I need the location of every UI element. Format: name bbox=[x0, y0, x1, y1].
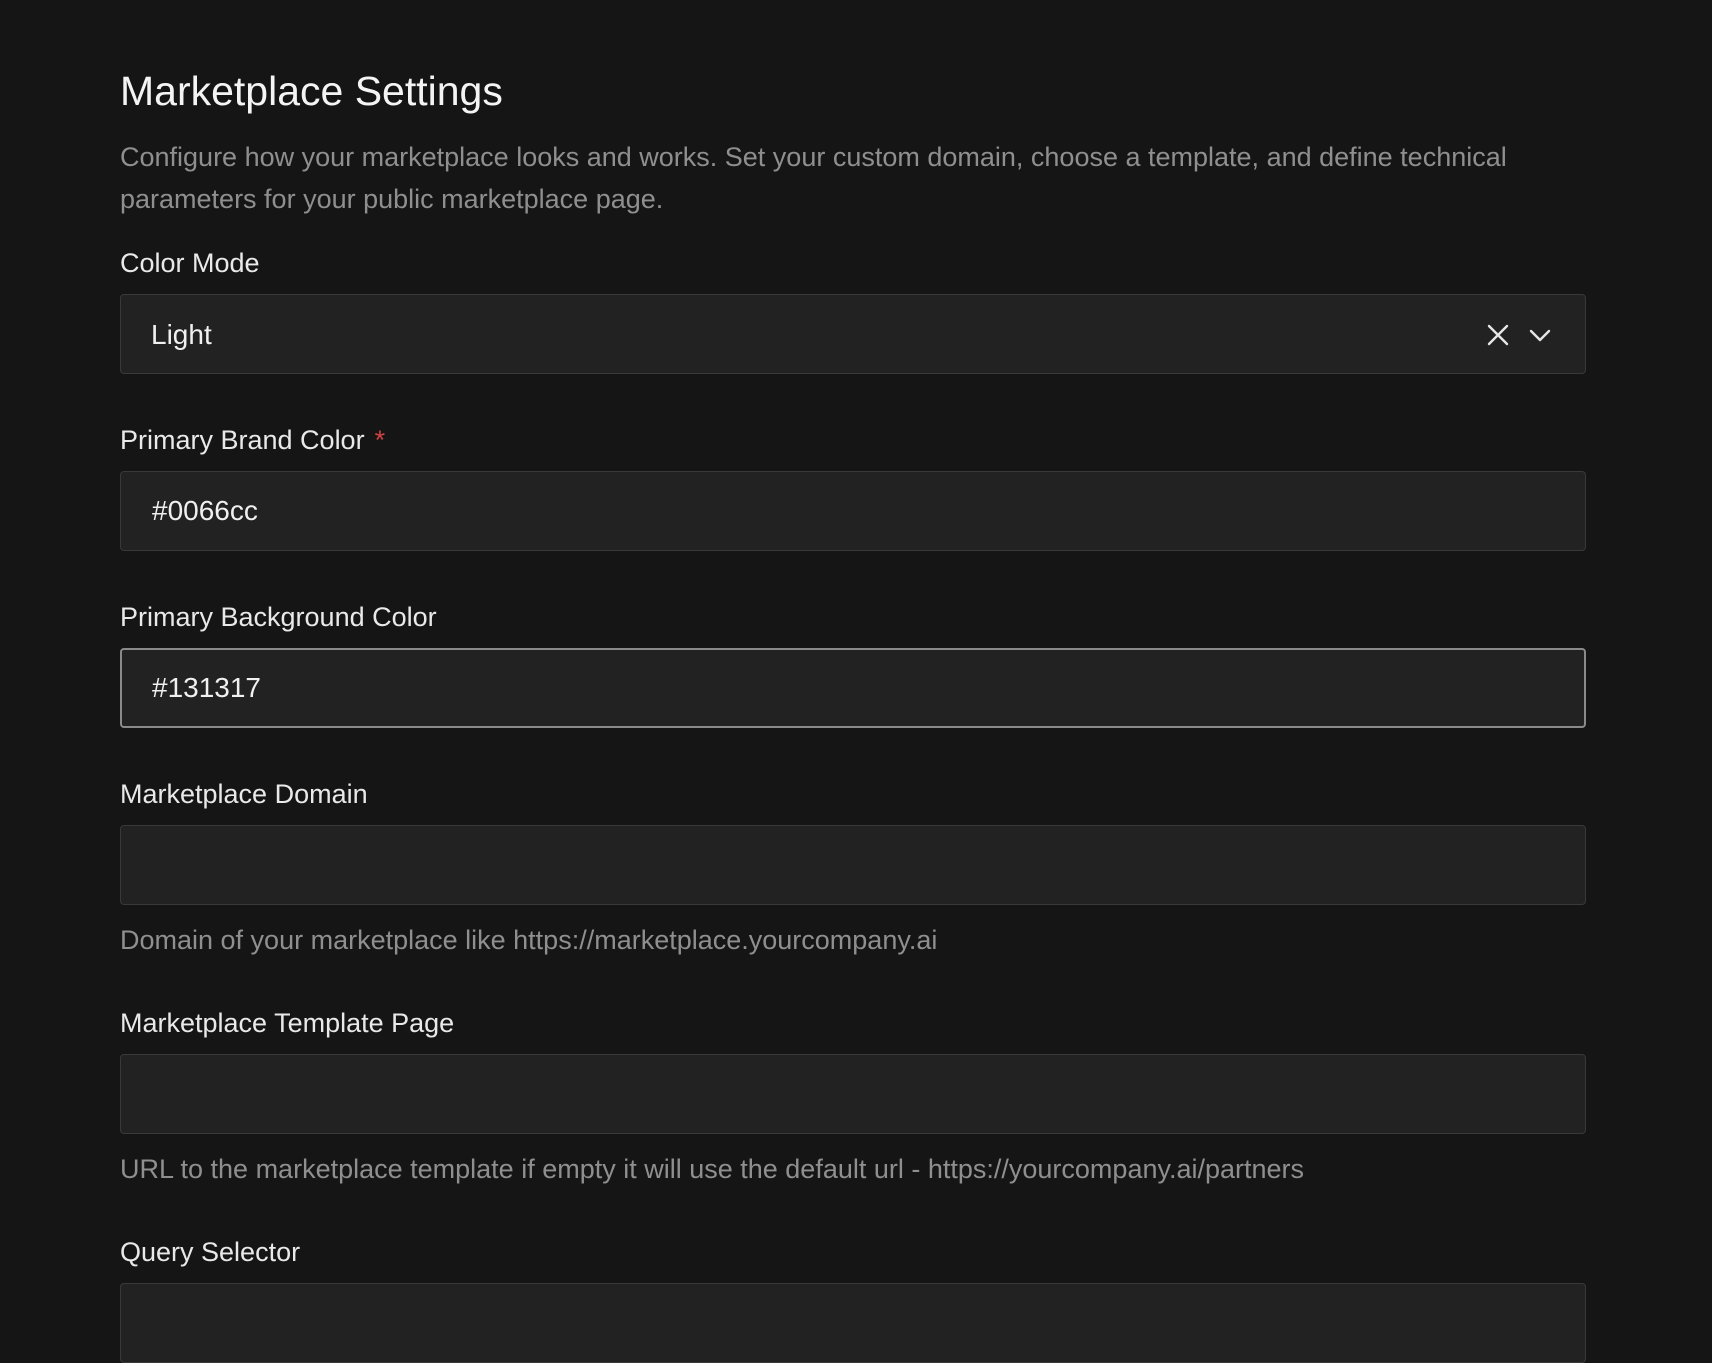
primary-brand-color-input[interactable] bbox=[121, 472, 1585, 550]
primary-brand-color-label-text: Primary Brand Color bbox=[120, 425, 365, 455]
marketplace-domain-input[interactable] bbox=[121, 826, 1585, 904]
primary-background-color-input[interactable] bbox=[122, 650, 1584, 726]
marketplace-domain-helper: Domain of your marketplace like https://… bbox=[120, 925, 938, 955]
marketplace-template-page-label-text: Marketplace Template Page bbox=[120, 1008, 455, 1038]
marketplace-template-page-field[interactable] bbox=[120, 1054, 1586, 1134]
color-mode-label: Color Mode bbox=[120, 246, 260, 280]
query-selector-label: Query Selector bbox=[120, 1235, 300, 1269]
query-selector-field[interactable] bbox=[120, 1283, 1586, 1363]
color-mode-selected-value: Light bbox=[151, 319, 212, 350]
primary-background-color-label: Primary Background Color bbox=[120, 600, 437, 634]
marketplace-domain-label-text: Marketplace Domain bbox=[120, 779, 368, 809]
primary-brand-color-field[interactable] bbox=[120, 471, 1586, 551]
chevron-down-icon[interactable] bbox=[1529, 324, 1551, 346]
color-mode-select[interactable]: Light bbox=[120, 294, 1586, 374]
marketplace-domain-label: Marketplace Domain bbox=[120, 777, 368, 811]
page-title: Marketplace Settings bbox=[120, 68, 503, 114]
query-selector-input[interactable] bbox=[121, 1284, 1585, 1362]
primary-brand-color-label: Primary Brand Color * bbox=[120, 423, 385, 457]
close-icon[interactable] bbox=[1487, 324, 1509, 346]
marketplace-template-page-helper: URL to the marketplace template if empty… bbox=[120, 1154, 1305, 1184]
primary-background-color-field[interactable] bbox=[120, 648, 1586, 728]
marketplace-template-page-input[interactable] bbox=[121, 1055, 1585, 1133]
marketplace-template-page-label: Marketplace Template Page bbox=[120, 1006, 454, 1040]
primary-background-color-label-text: Primary Background Color bbox=[120, 602, 437, 632]
page-description: Configure how your marketplace looks and… bbox=[120, 142, 1507, 214]
query-selector-label-text: Query Selector bbox=[120, 1237, 301, 1267]
required-indicator: * bbox=[374, 425, 386, 455]
select-actions bbox=[1487, 295, 1551, 375]
color-mode-label-text: Color Mode bbox=[120, 248, 260, 278]
marketplace-domain-field[interactable] bbox=[120, 825, 1586, 905]
